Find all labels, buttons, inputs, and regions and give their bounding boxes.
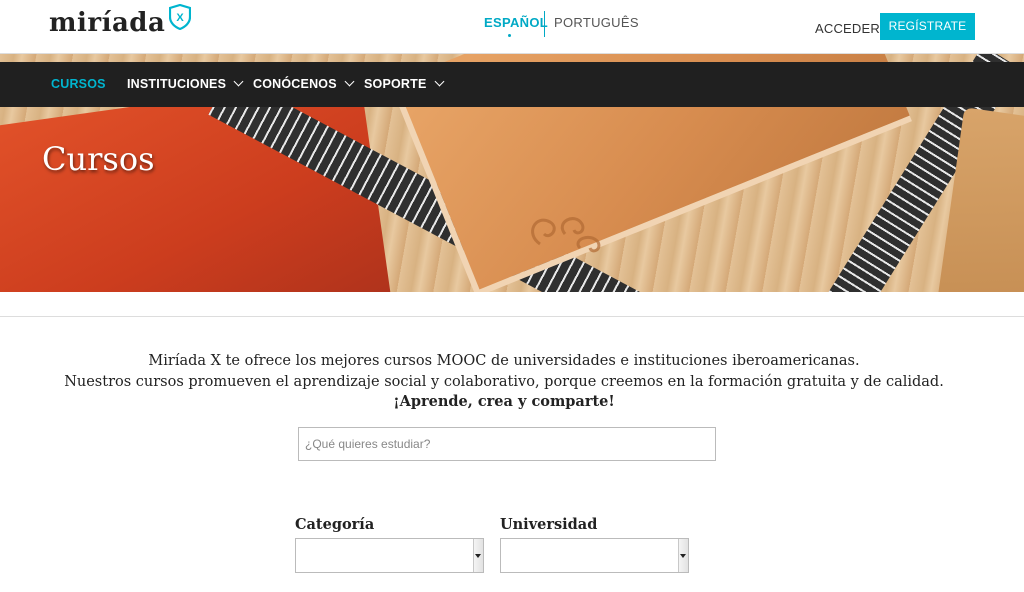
hero-decor-swirl	[531, 217, 601, 253]
page-title: Cursos	[42, 140, 155, 178]
nav-item-soporte[interactable]: SOPORTE	[364, 76, 444, 91]
chevron-down-icon	[434, 76, 444, 87]
nav-item-label: CONÓCENOS	[253, 77, 337, 91]
nav-item-label: CURSOS	[51, 77, 106, 91]
nav-item-conocenos[interactable]: CONÓCENOS	[253, 76, 355, 91]
nav-item-instituciones[interactable]: INSTITUCIONES	[127, 76, 244, 91]
select-arrow-button[interactable]	[473, 539, 483, 572]
university-select[interactable]	[500, 538, 689, 573]
register-button[interactable]: REGÍSTRATE	[880, 13, 975, 40]
category-filter-label: Categoría	[295, 516, 375, 533]
chevron-down-icon	[475, 554, 481, 558]
hero-banner: CURSOS INSTITUCIONES CONÓCENOS SOPORTE C…	[0, 54, 1024, 292]
intro-tagline: ¡Aprende, crea y comparte!	[393, 393, 615, 410]
intro-text: Miríada X te ofrece los mejores cursos M…	[0, 351, 1008, 413]
brand-name: miríada	[49, 8, 166, 38]
top-header: miríada X ESPAÑOL PORTUGUÊS ACCEDER REGÍ…	[0, 0, 1024, 54]
language-portuguese[interactable]: PORTUGUÊS	[554, 15, 639, 30]
chevron-down-icon	[344, 76, 355, 87]
chevron-down-icon	[233, 76, 244, 87]
nav-item-cursos[interactable]: CURSOS	[51, 77, 106, 91]
chevron-down-icon	[680, 554, 686, 558]
nav-item-label: SOPORTE	[364, 77, 427, 91]
login-link[interactable]: ACCEDER	[815, 21, 880, 36]
category-select[interactable]	[295, 538, 484, 573]
brand-badge: X	[176, 12, 184, 24]
select-arrow-button[interactable]	[678, 539, 688, 572]
language-spanish[interactable]: ESPAÑOL	[484, 15, 548, 37]
intro-line: Nuestros cursos promueven el aprendizaje…	[64, 373, 944, 390]
university-filter-label: Universidad	[500, 516, 598, 533]
brand-logo[interactable]: miríada X	[49, 4, 191, 40]
section-divider	[0, 316, 1024, 317]
intro-line: Miríada X te ofrece los mejores cursos M…	[148, 353, 860, 369]
brand-shield-icon: X	[169, 4, 191, 30]
nav-item-label: INSTITUCIONES	[127, 77, 227, 91]
language-divider	[544, 11, 545, 37]
main-nav: CURSOS INSTITUCIONES CONÓCENOS SOPORTE	[0, 62, 1024, 107]
course-search-input[interactable]	[298, 427, 716, 461]
